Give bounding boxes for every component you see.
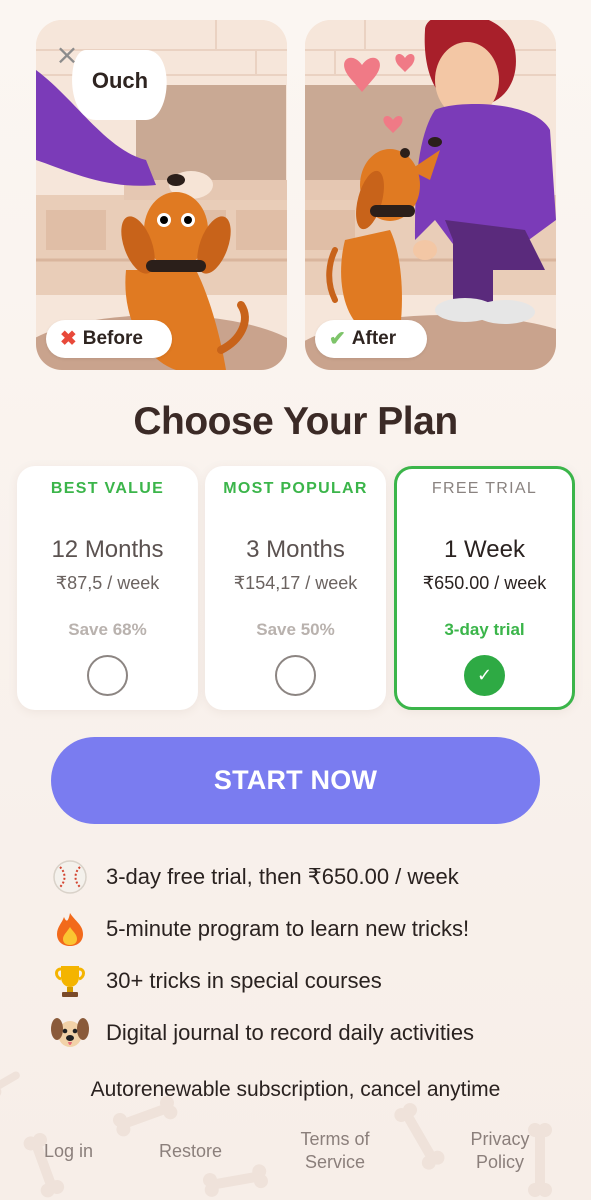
plan-duration: 12 Months — [51, 536, 164, 563]
plan-tag: FREE TRIAL — [431, 480, 538, 497]
cross-icon: ✖ — [60, 328, 77, 350]
plan-tag: BEST VALUE — [50, 480, 165, 497]
plan-radio[interactable] — [275, 655, 316, 696]
privacy-line-1: Privacy — [470, 1129, 530, 1149]
plan-card-12-months[interactable]: BEST VALUE 12 Months ₹87,5 / week Save 6… — [17, 466, 198, 710]
fire-icon — [50, 909, 90, 949]
plan-price: ₹650.00 / week — [422, 573, 547, 593]
terms-line-1: Terms of — [300, 1129, 370, 1149]
plan-price: ₹87,5 / week — [55, 573, 160, 593]
terms-of-service-link[interactable]: Terms of Service — [290, 1128, 380, 1174]
feature-item: Digital journal to record daily activiti… — [50, 1013, 474, 1053]
after-label-text: After — [351, 328, 397, 349]
plan-savings: Save 50% — [256, 620, 335, 639]
check-icon: ✔ — [329, 328, 346, 350]
close-icon[interactable]: × — [52, 40, 82, 70]
plan-card-1-week[interactable]: FREE TRIAL 1 Week ₹650.00 / week 3-day t… — [394, 466, 575, 710]
page-title: Choose Your Plan — [133, 400, 458, 443]
after-label: ✔ After — [315, 320, 427, 358]
trophy-icon — [50, 961, 90, 1001]
baseball-icon — [50, 857, 90, 897]
plan-trial-note: 3-day trial — [444, 620, 525, 639]
plan-duration: 1 Week — [444, 536, 525, 563]
privacy-line-2: Policy — [475, 1152, 524, 1172]
login-link[interactable]: Log in — [44, 1140, 93, 1163]
restore-link[interactable]: Restore — [159, 1140, 222, 1163]
privacy-policy-link[interactable]: Privacy Policy — [460, 1128, 540, 1174]
terms-line-2: Service — [304, 1152, 366, 1172]
before-label-text: Before — [82, 328, 143, 349]
dog-face-icon — [50, 1013, 90, 1053]
plan-radio-selected[interactable]: ✓ — [464, 655, 505, 696]
before-label: ✖ Before — [46, 320, 172, 358]
feature-text: 3-day free trial, then ₹650.00 / week — [106, 864, 459, 889]
feature-item: 5-minute program to learn new tricks! — [50, 909, 469, 949]
feature-text: Digital journal to record daily activiti… — [106, 1020, 475, 1045]
plan-radio[interactable] — [87, 655, 128, 696]
feature-item: 3-day free trial, then ₹650.00 / week — [50, 857, 459, 897]
plan-savings: Save 68% — [68, 620, 147, 639]
feature-text: 30+ tricks in special courses — [106, 968, 382, 993]
feature-text: 5-minute program to learn new tricks! — [106, 916, 470, 941]
before-illustration — [36, 20, 287, 370]
feature-item: 30+ tricks in special courses — [50, 961, 382, 1001]
checkmark-icon: ✓ — [476, 665, 493, 686]
plan-price: ₹154,17 / week — [233, 573, 358, 593]
plan-tag: MOST POPULAR — [223, 480, 368, 497]
plan-card-3-months[interactable]: MOST POPULAR 3 Months ₹154,17 / week Sav… — [205, 466, 386, 710]
plan-duration: 3 Months — [246, 536, 345, 563]
start-now-button[interactable]: START NOW — [51, 737, 540, 824]
after-illustration — [305, 20, 556, 370]
